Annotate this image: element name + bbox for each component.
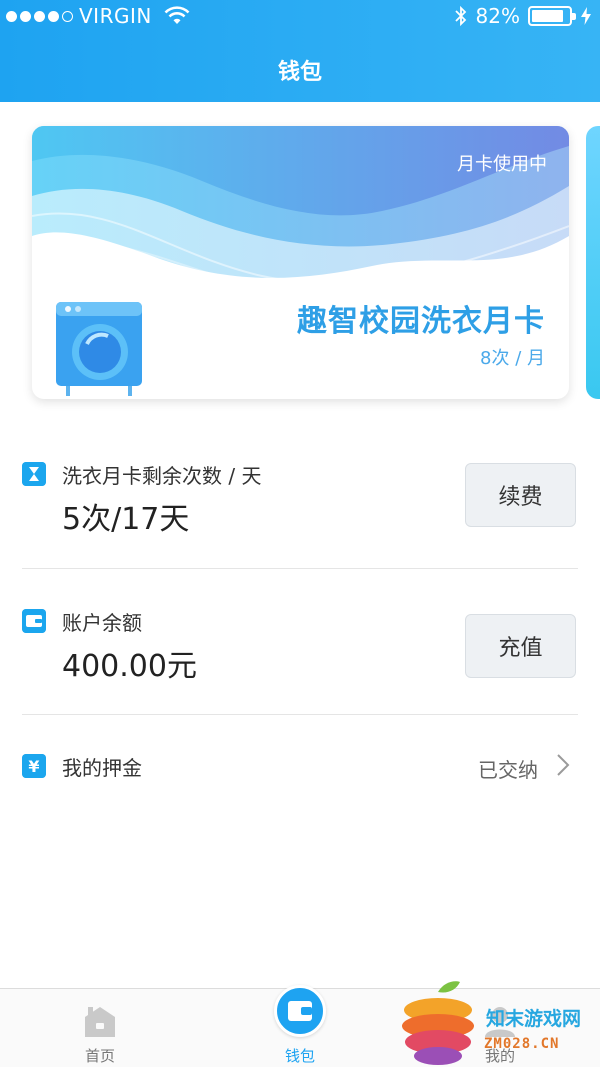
washing-machine-icon [56,302,142,396]
monthly-card[interactable]: 月卡使用中 趣智校园洗衣月卡 8次 / 月 [32,126,569,399]
watermark-url: ZM028.CN [484,1036,560,1052]
battery-percent: 82% [475,4,520,28]
next-card-peek[interactable] [586,126,600,399]
monthly-remaining-row: 洗衣月卡剩余次数 / 天 5次/17天 续费 [22,460,578,550]
card-status-badge: 月卡使用中 [457,154,547,175]
divider [22,714,578,715]
carrier-name: VIRGIN [79,4,152,28]
tab-label: 首页 [84,1047,115,1065]
renew-button[interactable]: 续费 [465,463,576,527]
divider [22,568,578,569]
svg-text:¥: ¥ [28,757,39,776]
balance-row: 账户余额 400.00元 充值 [22,607,578,697]
card-title: 趣智校园洗衣月卡 [297,304,545,339]
monthly-remaining-value: 5次/17天 [62,502,190,537]
app-header: VIRGIN 82% 钱包 [0,0,600,102]
tab-label: 钱包 [284,1047,315,1065]
charging-icon [581,7,591,25]
chevron-right-icon [557,754,570,776]
deposit-row[interactable]: ¥ 我的押金 已交纳 [22,752,578,782]
signal-strength-icon [6,10,73,22]
card-subtitle: 8次 / 月 [480,348,545,369]
status-bar: VIRGIN 82% [0,0,600,34]
watermark: 知末游戏网 ZM028.CN [398,978,600,1067]
home-icon [85,1007,115,1037]
deposit-label: 我的押金 [62,756,142,780]
page-title: 钱包 [277,60,322,85]
balance-value: 400.00元 [62,649,197,684]
wallet-icon [22,609,46,633]
tab-home[interactable]: 首页 [0,989,200,1067]
watermark-text: 知末游戏网 [486,1008,582,1030]
recharge-button[interactable]: 充值 [465,614,576,678]
bluetooth-icon [454,5,466,27]
deposit-status: 已交纳 [478,758,538,782]
hourglass-icon [22,462,46,486]
wallet-icon [274,985,326,1037]
battery-icon [528,6,576,26]
watermark-logo [402,981,474,1065]
wifi-icon [164,6,190,24]
tab-wallet[interactable]: 钱包 [200,985,400,1067]
balance-label: 账户余额 [62,611,142,635]
yen-icon: ¥ [22,754,46,778]
monthly-remaining-label: 洗衣月卡剩余次数 / 天 [62,464,262,488]
